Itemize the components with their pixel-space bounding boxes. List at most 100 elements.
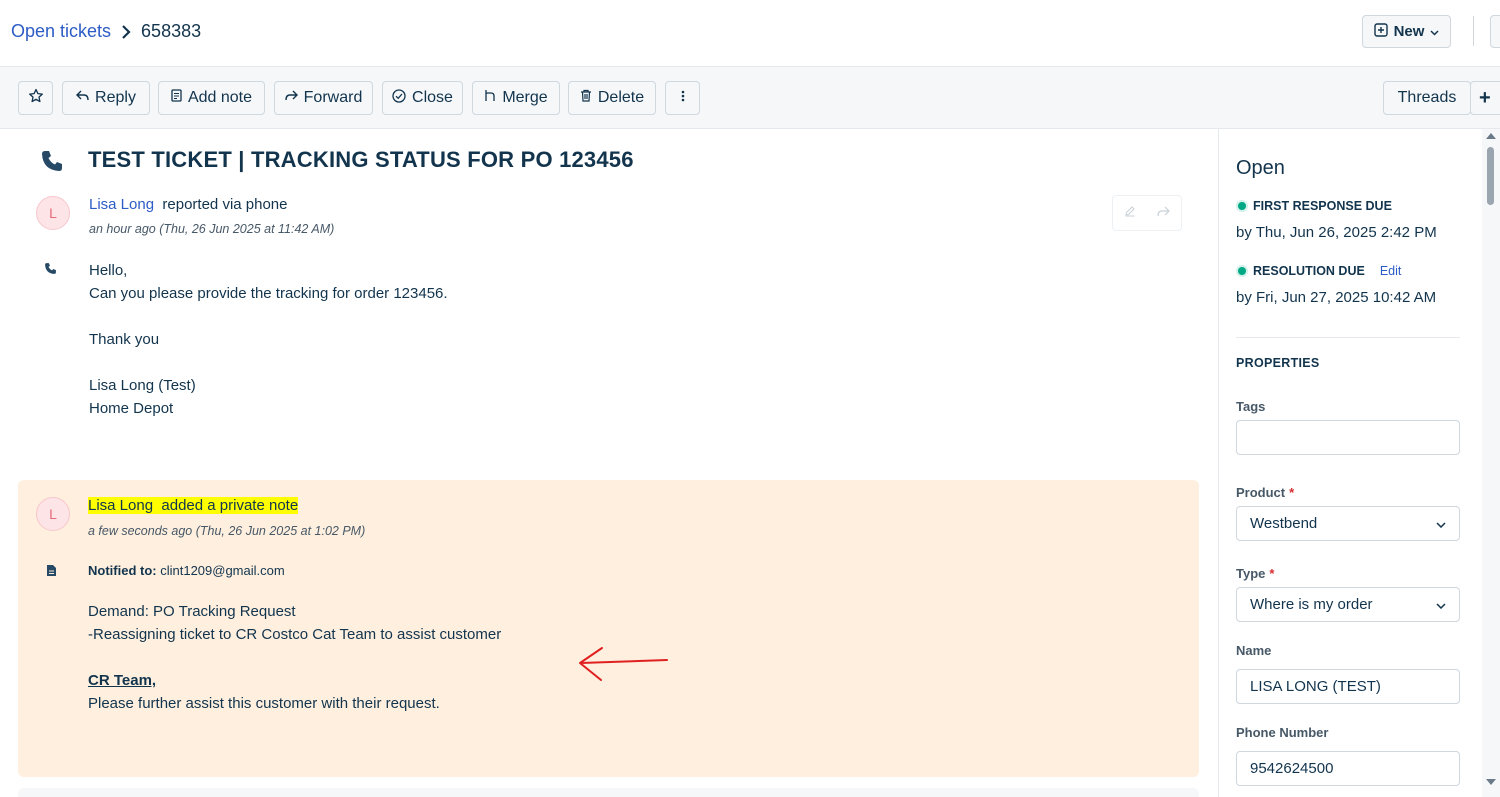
product-label: Product * xyxy=(1236,485,1294,500)
chevron-right-icon xyxy=(121,24,131,39)
ticket-status: Open xyxy=(1236,157,1285,179)
note-line xyxy=(88,646,501,669)
forward-button[interactable]: Forward xyxy=(274,81,373,115)
sidebar-scrollbar[interactable] xyxy=(1482,129,1500,797)
first-response-label: FIRST RESPONSE DUE xyxy=(1236,199,1392,213)
status-dot-icon xyxy=(1236,200,1248,212)
message-line: Can you please provide the tracking for … xyxy=(89,285,448,302)
name-label: Name xyxy=(1236,643,1272,658)
breadcrumb: Open tickets 658383 xyxy=(11,21,201,42)
phone-icon xyxy=(44,262,57,280)
merge-label: Merge xyxy=(502,89,548,106)
resolution-value: by Fri, Jun 27, 2025 10:42 AM xyxy=(1236,289,1437,306)
message-line xyxy=(89,351,448,374)
note-line: Please further assist this customer with… xyxy=(88,695,440,712)
delete-button[interactable]: Delete xyxy=(568,81,656,115)
new-button-label: New xyxy=(1393,23,1425,40)
add-note-button[interactable]: Add note xyxy=(158,81,265,115)
message-line: Home Depot xyxy=(89,400,174,417)
required-mark: * xyxy=(1269,566,1275,581)
breadcrumb-open-tickets-link[interactable]: Open tickets xyxy=(11,21,111,42)
sidebar-divider xyxy=(1236,337,1460,338)
note-time: a few seconds ago (Thu, 26 Jun 2025 at 1… xyxy=(88,524,366,538)
ticket-subject-row: TEST TICKET | TRACKING STATUS FOR PO 123… xyxy=(0,129,1218,187)
type-label-text: Type xyxy=(1236,566,1266,581)
ticket-subject: TEST TICKET | TRACKING STATUS FOR PO 123… xyxy=(88,147,634,172)
chevron-down-icon xyxy=(1430,23,1439,40)
resolution-edit-link[interactable]: Edit xyxy=(1380,264,1402,278)
reply-button[interactable]: Reply xyxy=(62,81,150,115)
first-response-label-text: FIRST RESPONSE DUE xyxy=(1253,199,1392,213)
top-header: Open tickets 658383 New xyxy=(0,0,1500,67)
type-value: Where is my order xyxy=(1250,596,1373,613)
scroll-up-icon[interactable] xyxy=(1486,133,1496,139)
avatar: L xyxy=(36,196,70,230)
private-note-card: L Lisa Long added a private note a few s… xyxy=(18,480,1199,777)
message-actions xyxy=(1112,195,1182,231)
header-divider xyxy=(1473,16,1474,46)
note-meta: Lisa Long added a private note xyxy=(88,497,299,514)
tags-input[interactable] xyxy=(1236,420,1460,455)
chevron-down-icon xyxy=(1436,596,1446,613)
tags-label: Tags xyxy=(1236,399,1266,414)
message-line xyxy=(89,305,448,328)
note-action: added a private note xyxy=(161,497,299,514)
close-button[interactable]: Close xyxy=(382,81,463,115)
avatar: L xyxy=(36,497,70,531)
notified-label: Notified to: xyxy=(88,563,157,578)
more-vertical-icon xyxy=(681,89,685,108)
note-line: -Reassigning ticket to CR Costco Cat Tea… xyxy=(88,626,502,643)
note-icon xyxy=(171,89,182,107)
first-response-value: by Thu, Jun 26, 2025 2:42 PM xyxy=(1236,224,1437,241)
reply-icon xyxy=(76,89,89,107)
threads-button[interactable]: Threads xyxy=(1383,81,1471,115)
note-highlight: Lisa Long added a private note xyxy=(88,497,299,514)
required-mark: * xyxy=(1289,485,1295,500)
message-meta: Lisa Long reported via phone xyxy=(89,196,288,213)
new-button[interactable]: New xyxy=(1362,15,1451,48)
more-actions-button[interactable] xyxy=(665,81,700,115)
delete-label: Delete xyxy=(597,89,645,106)
merge-button[interactable]: Merge xyxy=(472,81,560,115)
phone-number-label: Phone Number xyxy=(1236,725,1329,740)
forward-label: Forward xyxy=(303,89,363,106)
ticket-toolbar: Reply Add note Forward Close Merge Delet… xyxy=(0,67,1500,129)
next-conversation-card xyxy=(18,788,1199,797)
star-icon xyxy=(28,88,44,109)
header-extra-button[interactable] xyxy=(1490,15,1500,48)
edit-icon[interactable] xyxy=(1124,204,1136,222)
note-icon xyxy=(46,564,57,582)
add-thread-button[interactable]: + xyxy=(1470,81,1500,115)
scroll-thumb[interactable] xyxy=(1487,147,1494,205)
message-line: Lisa Long (Test) xyxy=(89,377,196,394)
resolution-label: RESOLUTION DUE Edit xyxy=(1236,264,1401,278)
forward-icon[interactable] xyxy=(1157,204,1171,222)
reply-label: Reply xyxy=(95,89,136,106)
message-line: Hello, xyxy=(89,262,128,279)
phone-number-input[interactable]: 9542624500 xyxy=(1236,751,1460,786)
check-circle-icon xyxy=(392,88,406,108)
threads-label: Threads xyxy=(1397,89,1457,106)
message-time: an hour ago (Thu, 26 Jun 2025 at 11:42 A… xyxy=(89,222,335,236)
author-link[interactable]: Lisa Long xyxy=(89,196,154,213)
message-action: reported via phone xyxy=(162,196,288,213)
chevron-down-icon xyxy=(1436,515,1446,532)
scroll-down-icon[interactable] xyxy=(1486,779,1496,785)
close-label: Close xyxy=(412,89,453,106)
type-select[interactable]: Where is my order xyxy=(1236,587,1460,622)
note-notified: Notified to: clint1209@gmail.com xyxy=(88,563,285,578)
resolution-label-text: RESOLUTION DUE xyxy=(1253,264,1365,278)
forward-icon xyxy=(284,89,298,107)
note-team-heading: CR Team, xyxy=(88,672,157,689)
star-button[interactable] xyxy=(18,81,53,115)
product-select[interactable]: Westbend xyxy=(1236,506,1460,541)
ticket-id: 658383 xyxy=(141,21,202,41)
note-author[interactable]: Lisa Long xyxy=(88,497,153,514)
plus-icon: + xyxy=(1479,86,1491,109)
name-input[interactable]: LISA LONG (TEST) xyxy=(1236,669,1460,704)
product-label-text: Product xyxy=(1236,485,1286,500)
message-body: Hello, Can you please provide the tracki… xyxy=(89,259,448,420)
conversation-pane: TEST TICKET | TRACKING STATUS FOR PO 123… xyxy=(0,129,1218,797)
phone-icon xyxy=(40,149,64,178)
merge-icon xyxy=(484,89,496,107)
